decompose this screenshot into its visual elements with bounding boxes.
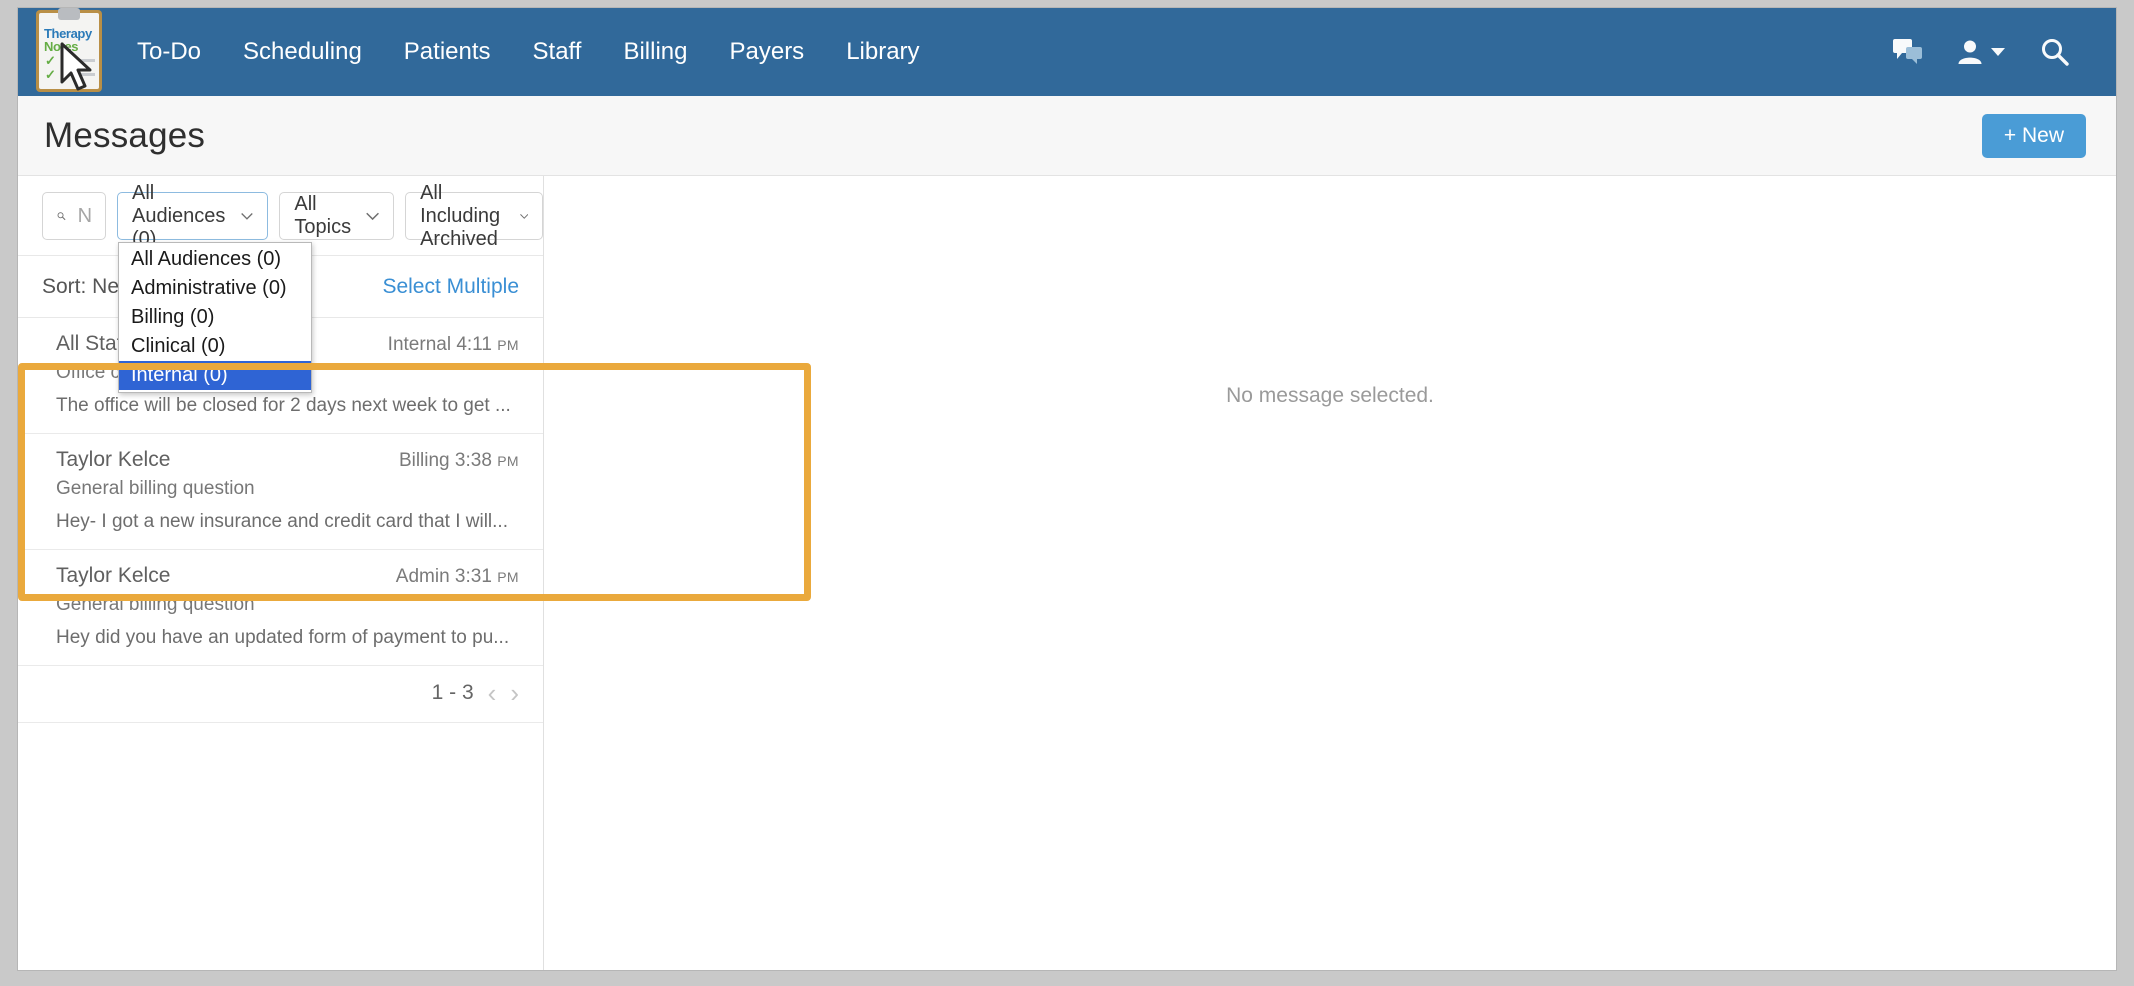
message-category: Internal bbox=[388, 334, 451, 355]
nav-item-payers[interactable]: Payers bbox=[708, 28, 825, 76]
search-icon bbox=[57, 205, 66, 227]
message-list-item[interactable]: Taylor Kelce Billing 3:38 PM General bil… bbox=[18, 434, 543, 550]
audience-filter-select[interactable]: All Audiences (0) All Audiences (0) Admi… bbox=[117, 192, 268, 240]
primary-nav-items: To-Do Scheduling Patients Staff Billing … bbox=[116, 28, 941, 76]
nav-item-billing[interactable]: Billing bbox=[602, 28, 708, 76]
message-preview: Hey did you have an updated form of paym… bbox=[56, 627, 519, 649]
select-multiple-link[interactable]: Select Multiple bbox=[382, 275, 519, 299]
page-header: Messages + New bbox=[18, 96, 2116, 176]
nav-item-library[interactable]: Library bbox=[825, 28, 940, 76]
message-ampm: PM bbox=[497, 453, 519, 469]
filter-bar: All Audiences (0) All Audiences (0) Admi… bbox=[18, 176, 543, 256]
message-preview: Hey- I got a new insurance and credit ca… bbox=[56, 511, 519, 533]
chevron-right-icon[interactable]: › bbox=[510, 680, 519, 706]
message-time: 3:38 bbox=[455, 450, 492, 471]
audience-filter-dropdown-menu[interactable]: All Audiences (0) Administrative (0) Bil… bbox=[118, 242, 312, 393]
user-avatar-icon bbox=[1957, 39, 1983, 65]
message-sender: Taylor Kelce bbox=[56, 564, 170, 588]
chevron-left-icon[interactable]: ‹ bbox=[488, 680, 497, 706]
topic-filter-select[interactable]: All Topics bbox=[279, 192, 394, 240]
nav-item-scheduling[interactable]: Scheduling bbox=[222, 28, 383, 76]
application-window: Therapy Notes ✓ ✓ To-Do Scheduling Patie… bbox=[18, 8, 2116, 970]
nav-item-to-do[interactable]: To-Do bbox=[116, 28, 222, 76]
page-range-label: 1 - 3 bbox=[432, 681, 474, 705]
message-meta: Internal 4:11 PM bbox=[388, 334, 519, 356]
top-navigation-bar: Therapy Notes ✓ ✓ To-Do Scheduling Patie… bbox=[18, 8, 2116, 96]
message-time: 4:11 bbox=[456, 334, 492, 355]
logo-check-1-icon: ✓ bbox=[45, 55, 56, 66]
nav-right-actions bbox=[1893, 37, 2116, 67]
chevron-down-icon bbox=[1990, 47, 2006, 57]
search-field[interactable] bbox=[42, 192, 106, 240]
message-preview: The office will be closed for 2 days nex… bbox=[56, 395, 519, 417]
empty-state-message: No message selected. bbox=[544, 384, 2116, 408]
message-category: Admin bbox=[396, 566, 450, 587]
message-ampm: PM bbox=[497, 569, 519, 585]
message-list-pane: All Audiences (0) All Audiences (0) Admi… bbox=[18, 176, 544, 970]
archive-filter-select[interactable]: All Including Archived bbox=[405, 192, 543, 240]
archive-filter-value: All Including Archived bbox=[420, 182, 510, 251]
message-header-row: Taylor Kelce Admin 3:31 PM bbox=[56, 564, 519, 588]
message-ampm: PM bbox=[497, 337, 519, 353]
chevron-down-icon bbox=[366, 211, 379, 222]
audience-option-clinical[interactable]: Clinical (0) bbox=[119, 332, 311, 361]
page-title: Messages bbox=[44, 116, 205, 156]
audience-option-administrative[interactable]: Administrative (0) bbox=[119, 274, 311, 303]
content-area: All Audiences (0) All Audiences (0) Admi… bbox=[18, 176, 2116, 970]
message-meta: Admin 3:31 PM bbox=[396, 566, 519, 588]
message-sender: Taylor Kelce bbox=[56, 448, 170, 472]
clipboard-clip-icon bbox=[58, 8, 80, 20]
message-detail-pane: No message selected. bbox=[544, 176, 2116, 970]
chevron-down-icon bbox=[241, 211, 253, 222]
message-time: 3:31 bbox=[455, 566, 492, 587]
message-meta: Billing 3:38 PM bbox=[399, 450, 519, 472]
chat-bubbles-icon[interactable] bbox=[1893, 39, 1923, 65]
topic-filter-value: All Topics bbox=[294, 193, 356, 239]
message-list-item[interactable]: Taylor Kelce Admin 3:31 PM General billi… bbox=[18, 550, 543, 666]
new-message-button[interactable]: + New bbox=[1982, 114, 2086, 158]
search-input[interactable] bbox=[78, 205, 91, 228]
chevron-down-icon bbox=[520, 211, 528, 222]
message-subject: General billing question bbox=[56, 478, 519, 500]
audience-option-all-audiences[interactable]: All Audiences (0) bbox=[119, 245, 311, 274]
nav-item-patients[interactable]: Patients bbox=[383, 28, 512, 76]
audience-option-billing[interactable]: Billing (0) bbox=[119, 303, 311, 332]
pagination: 1 - 3 ‹ › bbox=[18, 666, 543, 723]
audience-option-internal[interactable]: Internal (0) bbox=[119, 361, 311, 390]
app-logo[interactable]: Therapy Notes ✓ ✓ bbox=[18, 8, 110, 96]
message-header-row: Taylor Kelce Billing 3:38 PM bbox=[56, 448, 519, 472]
message-category: Billing bbox=[399, 450, 450, 471]
user-avatar-menu[interactable] bbox=[1957, 39, 2006, 65]
message-subject: General billing question bbox=[56, 594, 519, 616]
search-icon[interactable] bbox=[2040, 37, 2070, 67]
nav-item-staff[interactable]: Staff bbox=[512, 28, 603, 76]
logo-check-2-icon: ✓ bbox=[45, 69, 56, 80]
audience-filter-value: All Audiences (0) bbox=[132, 182, 231, 251]
